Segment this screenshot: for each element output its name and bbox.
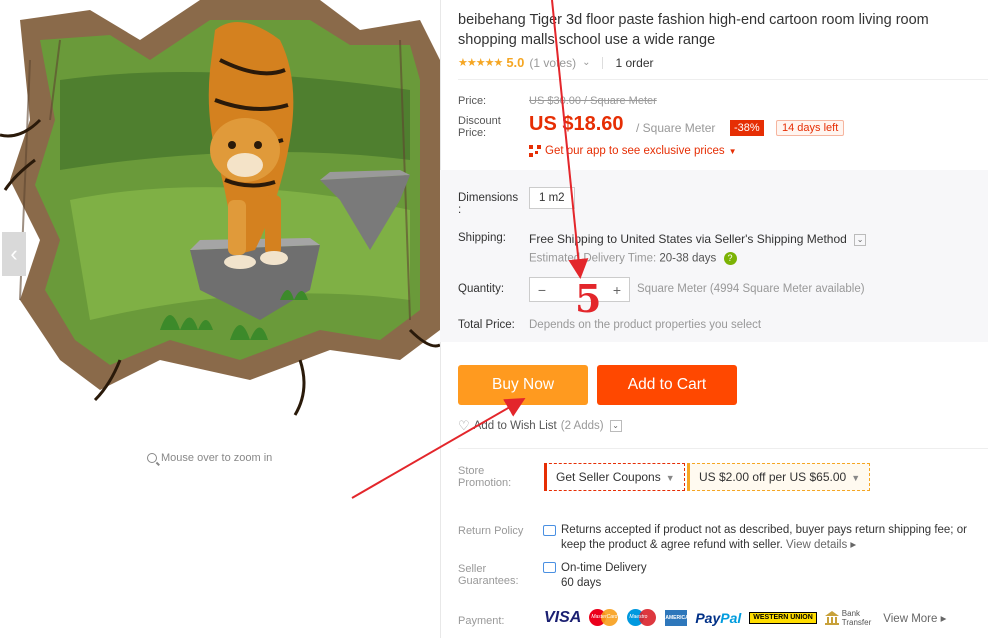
shipping-label: Shipping: — [458, 232, 506, 244]
qr-code-icon — [529, 145, 541, 157]
maestro-logo-icon: Maestro — [627, 609, 657, 627]
price-unit: / Square Meter — [636, 121, 716, 135]
add-to-cart-button[interactable]: Add to Cart — [597, 365, 737, 405]
zoom-hint: Mouse over to zoom in — [147, 452, 272, 464]
product-image[interactable] — [0, 0, 440, 440]
shipping-method[interactable]: Free Shipping to United States via Selle… — [529, 232, 867, 246]
chevron-down-icon[interactable]: ⌄ — [854, 233, 867, 246]
mastercard-logo-icon: MasterCard — [589, 609, 619, 627]
quantity-increase-button[interactable]: + — [605, 282, 629, 298]
bank-transfer-icon: Bank Transfer — [824, 609, 871, 627]
days-left-badge: 14 days left — [776, 120, 845, 136]
paypal-logo-icon: PayPal — [695, 610, 742, 626]
view-details-link[interactable]: View details ▸ — [786, 539, 856, 551]
orders-count: 1 order — [615, 55, 654, 70]
divider — [458, 448, 988, 449]
zoom-hint-text: Mouse over to zoom in — [161, 452, 273, 464]
product-info: beibehang Tiger 3d floor paste fashion h… — [440, 0, 991, 638]
wish-list-link[interactable]: ♡ Add to Wish List (2 Adds) ⌄ — [458, 418, 622, 434]
discounted-price: US $18.60 — [529, 113, 624, 135]
seller-guarantees-label-1: Seller — [458, 563, 487, 575]
guarantee-days: 60 days — [561, 577, 602, 589]
help-icon[interactable]: ? — [723, 252, 737, 265]
caret-down-icon: ▼ — [728, 146, 737, 156]
dimensions-label-1: Dimensions — [458, 192, 519, 204]
product-title: beibehang Tiger 3d floor paste fashion h… — [458, 12, 929, 48]
buy-now-button[interactable]: Buy Now — [458, 365, 588, 405]
rating-value: 5.0 — [506, 55, 525, 70]
payment-methods: VISA MasterCard Maestro AMERICAN EXPRESS… — [544, 609, 946, 637]
chevron-left-icon: ‹ — [10, 241, 18, 266]
app-promo-link[interactable]: Get our app to see exclusive prices ▼ — [529, 145, 737, 157]
caret-down-icon: ▼ — [665, 473, 675, 483]
chevron-down-icon[interactable]: ⌄ — [582, 57, 590, 68]
seller-coupons-text: Get Seller Coupons — [556, 470, 661, 484]
visa-logo-icon: VISA — [544, 609, 582, 626]
amex-logo-icon: AMERICAN EXPRESS — [665, 610, 692, 637]
discount-price-label-1: Discount — [458, 115, 501, 127]
discount-coupon-text: US $2.00 off per US $65.00 — [699, 470, 847, 484]
dimensions-label-2: : — [458, 204, 462, 216]
store-promotion-label-2: Promotion: — [458, 477, 512, 489]
app-promo-text: Get our app to see exclusive prices — [545, 145, 725, 157]
price-label: Price: — [458, 95, 487, 107]
discount-badge: -38% — [730, 120, 764, 136]
estimated-delivery: Estimated Delivery Time: 20-38 days ? — [529, 252, 737, 265]
caret-down-icon: ▼ — [851, 473, 861, 483]
payment-label: Payment: — [458, 615, 505, 627]
shipping-text: Free Shipping to United States via Selle… — [529, 232, 847, 246]
store-promotion-label-1: Store — [458, 465, 485, 477]
annotation-number: 5 — [575, 276, 602, 321]
total-price-value: Depends on the product properties you se… — [529, 319, 762, 331]
delivery-truck-icon — [543, 562, 556, 573]
total-price-label: Total Price: — [458, 319, 515, 331]
votes-link[interactable]: (1 votes) — [529, 56, 576, 70]
discount-price-label-2: Price: — [458, 127, 487, 139]
divider — [458, 79, 988, 80]
quantity-available: Square Meter (4994 Square Meter availabl… — [637, 283, 865, 295]
star-rating-icon: ★★★★★ — [458, 57, 503, 69]
return-policy-label: Return Policy — [458, 525, 524, 537]
discount-coupon-button[interactable]: US $2.00 off per US $65.00 ▼ — [687, 463, 871, 491]
estimated-value: 20-38 days — [659, 252, 717, 265]
western-union-logo-icon: WESTERN UNION — [749, 612, 817, 624]
wish-list-text: Add to Wish List — [473, 420, 557, 432]
return-policy-text: Returns accepted if product not as descr… — [561, 523, 991, 553]
quantity-decrease-button[interactable]: − — [530, 282, 554, 298]
wish-count: (2 Adds) — [560, 420, 604, 432]
view-more-link[interactable]: View More ▸ — [883, 611, 946, 625]
guarantee-text: On-time Delivery — [561, 562, 647, 574]
seller-guarantees-label-2: Guarantees: — [458, 575, 519, 587]
original-price: US $30.00 / Square Meter — [529, 95, 657, 107]
return-policy-icon — [543, 525, 556, 536]
return-policy-description: Returns accepted if product not as descr… — [561, 524, 967, 551]
dimension-option[interactable]: 1 m2 — [529, 187, 575, 209]
gallery-prev-button[interactable]: ‹ — [2, 232, 26, 276]
separator — [602, 56, 604, 69]
rating-row: ★★★★★ 5.0 (1 votes) ⌄ 1 order — [458, 55, 654, 70]
seller-coupons-button[interactable]: Get Seller Coupons ▼ — [544, 463, 685, 491]
estimated-label: Estimated Delivery Time: — [529, 252, 657, 265]
heart-icon: ♡ — [458, 418, 470, 433]
quantity-label: Quantity: — [458, 283, 505, 295]
chevron-down-icon[interactable]: ⌄ — [609, 420, 622, 432]
magnifier-icon — [147, 453, 157, 463]
product-gallery: ‹ Mouse over to zoom in — [0, 0, 440, 638]
